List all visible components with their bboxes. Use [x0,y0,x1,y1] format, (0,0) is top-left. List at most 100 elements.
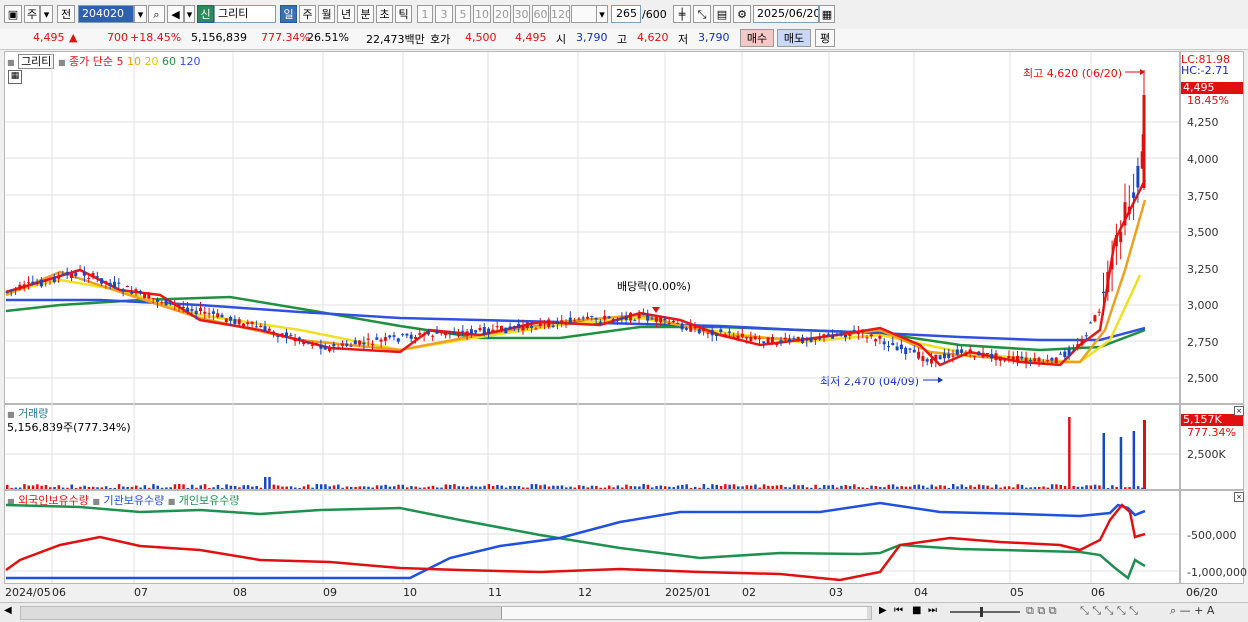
volume-bar [823,484,826,489]
candle-body [164,298,168,306]
volume-bar [178,484,181,489]
candle-body [697,329,701,334]
candle-body [568,317,572,324]
scroll-left-icon[interactable]: ◀ [4,605,12,616]
candle-body [340,343,344,346]
draw-tools-icon[interactable]: ⤡ ⤡ ⤡ ⤡ ⤡ [1080,604,1138,618]
candle-body [839,334,843,336]
volume-bar [814,484,817,489]
volume-bar [1050,484,1054,489]
x-axis-label: 06 [1091,586,1105,599]
volume-bar [238,487,241,489]
volume-bar [380,485,383,489]
volume-bar [964,486,968,489]
candle-body [1142,95,1146,188]
zoom-tools-icon[interactable]: ⌕ — + A [1170,604,1214,618]
candle-body [186,307,190,312]
volume-bar [1007,486,1011,489]
volume-bar [324,484,327,489]
volume-bar [397,484,400,489]
candle-body [44,279,48,282]
candle-body [431,335,435,337]
candle-body [530,325,534,328]
candle-body [998,356,1002,361]
volume-bar [805,487,809,489]
x-axis-label: 08 [233,586,247,599]
volume-bar [444,484,448,489]
candle-body [1119,231,1123,243]
candle-body [968,349,972,353]
volume-bar [453,484,456,489]
first-icon[interactable]: ⏮ [894,605,903,616]
candle-body [259,325,263,328]
candle-body [573,320,577,322]
volume-bar [208,487,211,489]
candle-body [740,333,744,337]
volume-bar [423,487,426,489]
volume-bar [268,477,271,489]
volume-bar [1042,486,1045,489]
candle-body [598,321,602,323]
candle-body [796,336,800,341]
volume-bar [939,485,942,489]
volume-bar [431,485,435,489]
candle-body [1059,353,1062,355]
volume-bar [909,486,912,489]
volume-bar [328,486,331,489]
candle-body [788,338,792,342]
volume-bar [835,487,839,489]
candle-body [680,323,684,330]
volume-bar [848,486,852,489]
last-icon[interactable]: ⏭ [928,605,937,616]
x-axis-label: 11 [488,586,502,599]
candle-body [1041,362,1045,364]
zoom-slider[interactable] [950,607,1020,617]
candle-body [293,338,297,342]
candle-body [151,298,155,300]
candle-body [861,329,865,333]
candle-body [749,336,753,342]
volume-bar [762,484,766,489]
candle-body [874,339,878,342]
volume-bar [917,484,921,489]
volume-bar [87,486,91,489]
candle-body [18,284,22,290]
candle-body [121,289,125,291]
candle-body [409,334,413,339]
candle-body [908,348,912,350]
volume-bar [698,487,701,489]
scrollbar-thumb[interactable] [501,607,867,619]
scroll-right-icon[interactable]: ▶ [879,605,887,616]
candle-body [48,278,52,280]
candle-body [1127,206,1131,215]
zoom-slider-handle[interactable] [980,607,983,617]
candle-body [113,281,116,288]
scrollbar-track[interactable] [20,606,872,620]
volume-bar [586,487,589,489]
candle-body [663,318,667,321]
volume-bar [870,485,873,489]
volume-bar [479,486,482,489]
volume-bar [904,486,908,489]
candle-body [250,321,254,325]
volume-bar [745,485,749,489]
candle-body [899,344,903,350]
volume-bar [436,487,439,489]
volume-bar [173,484,177,489]
candle-body [5,291,9,293]
candle-body [684,328,688,330]
candle-body [727,331,731,333]
window-tools-icon[interactable]: ⧉ ⧉ ⧉ [1026,604,1057,618]
volume-bar [371,487,374,489]
candle-body [865,337,869,339]
candle-body [770,337,774,344]
volume-bar [298,487,301,489]
stop-icon[interactable]: ■ [912,605,921,616]
volume-bar [1115,486,1118,489]
volume-bar [651,487,654,489]
candle-body [504,327,508,334]
candle-body [624,316,628,321]
volume-bar [440,487,443,489]
candle-body [487,328,491,335]
volume-bar [83,485,86,489]
